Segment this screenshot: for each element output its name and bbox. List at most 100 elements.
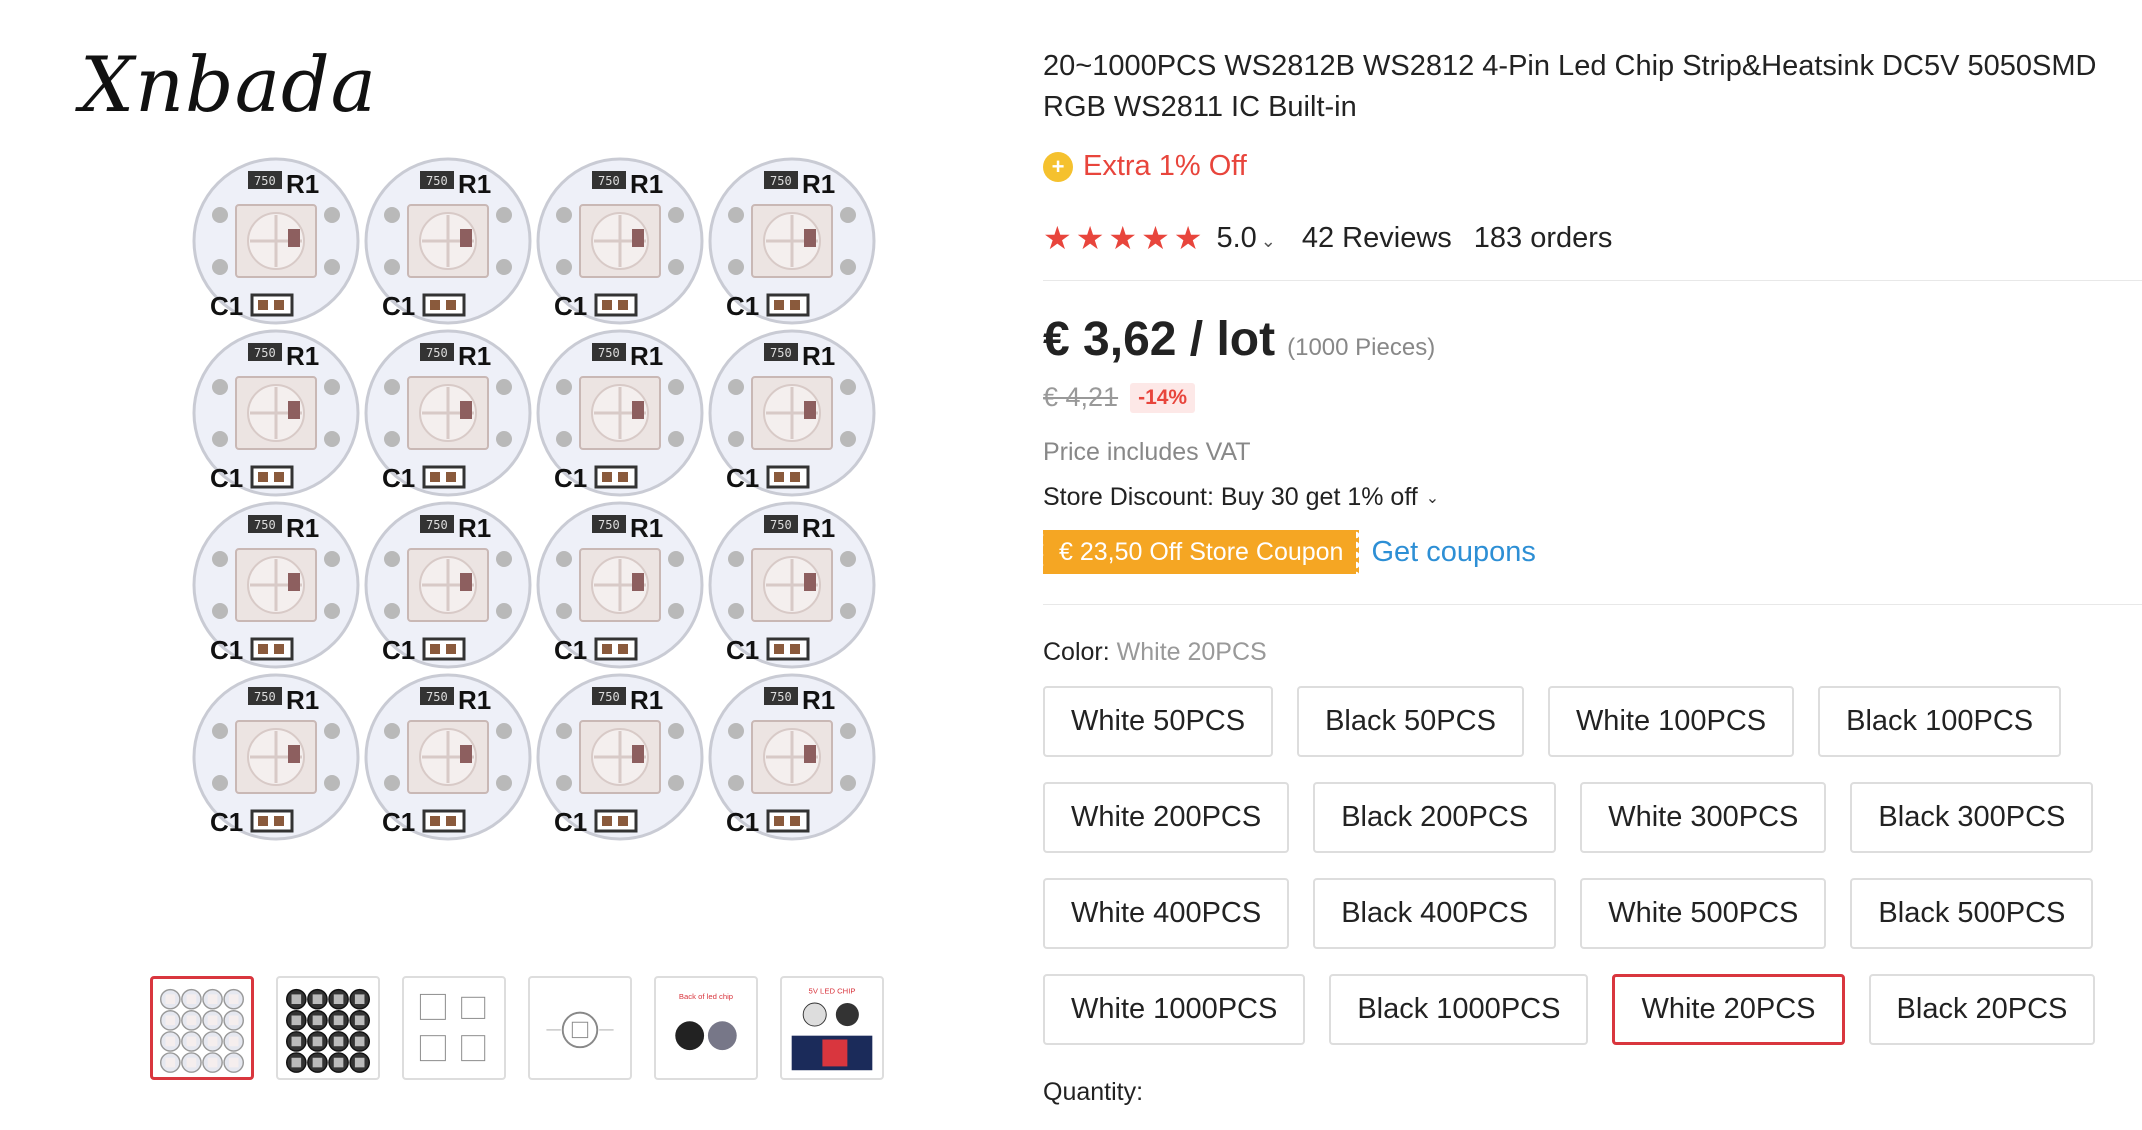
svg-text:R1: R1 (286, 685, 319, 715)
svg-text:R1: R1 (458, 685, 491, 715)
led-board: 750 R1 C1 (534, 671, 706, 843)
star-icon: ★ (1075, 220, 1105, 256)
thumb-black-boards[interactable] (276, 976, 380, 1080)
color-label: Color: White 20PCS (1043, 638, 1267, 667)
svg-text:C1: C1 (382, 635, 415, 665)
extra-off-promo: + Extra 1% Off (1043, 150, 1247, 183)
sku-option-white-400pcs[interactable]: White 400PCS (1043, 878, 1290, 949)
star-icon: ★ (1108, 220, 1138, 256)
svg-text:C1: C1 (726, 291, 759, 321)
rating-value[interactable]: 5.0 (1216, 222, 1256, 255)
get-coupons-link[interactable]: Get coupons (1371, 536, 1535, 569)
main-product-image[interactable]: Xnbada 750 R1 C1 750 R1 C1 750 R1 C1 750… (80, 40, 940, 900)
selected-color: White 20PCS (1116, 638, 1267, 666)
coupon-row: € 23,50 Off Store Coupon Get coupons (1039, 530, 1536, 574)
svg-text:R1: R1 (802, 169, 835, 199)
sku-option-black-400pcs[interactable]: Black 400PCS (1313, 878, 1557, 949)
sku-option-black-50pcs[interactable]: Black 50PCS (1297, 686, 1524, 757)
led-board-grid: 750 R1 C1 750 R1 C1 750 R1 C1 750 R1 C1 … (190, 155, 880, 845)
sku-option-white-300pcs[interactable]: White 300PCS (1580, 782, 1827, 853)
svg-text:C1: C1 (554, 635, 587, 665)
thumb-dimensions[interactable] (528, 976, 632, 1080)
svg-text:750: 750 (426, 690, 448, 704)
original-price: € 4,21 (1043, 382, 1119, 412)
svg-text:750: 750 (598, 346, 620, 360)
svg-text:R1: R1 (630, 513, 663, 543)
price-row: € 3,62 / lot (1000 Pieces) (1043, 312, 1435, 367)
svg-text:R1: R1 (802, 513, 835, 543)
svg-text:C1: C1 (210, 463, 243, 493)
thumbnail-strip: Back of led chip 5V LED CHIP (150, 976, 884, 1084)
svg-text:5V LED CHIP: 5V LED CHIP (809, 986, 856, 995)
svg-text:C1: C1 (382, 807, 415, 837)
sku-option-white-500pcs[interactable]: White 500PCS (1580, 878, 1827, 949)
sku-option-white-50pcs[interactable]: White 50PCS (1043, 686, 1274, 757)
sku-options: White 50PCS Black 50PCS White 100PCS Black … (1043, 686, 2142, 1070)
svg-text:750: 750 (426, 518, 448, 532)
chevron-down-icon[interactable]: ⌄ (1261, 231, 1276, 252)
brand-logo: Xnbada (80, 40, 377, 129)
orders-count: 183 orders (1473, 221, 1613, 254)
sku-row: White 200PCS Black 200PCS White 300PCS Blac… (1043, 782, 2142, 853)
led-board: 750 R1 C1 (534, 155, 706, 327)
sku-row: White 1000PCS Black 1000PCS White 20PCS Bla… (1043, 974, 2142, 1045)
sku-option-white-100pcs[interactable]: White 100PCS (1547, 686, 1795, 757)
reviews-count[interactable]: 42 Reviews (1302, 222, 1452, 255)
svg-text:C1: C1 (726, 635, 759, 665)
store-coupon[interactable]: € 23,50 Off Store Coupon (1039, 530, 1363, 574)
svg-text:R1: R1 (630, 169, 663, 199)
led-board: 750 R1 C1 (362, 671, 534, 843)
led-board: 750 R1 C1 (706, 155, 878, 327)
svg-text:R1: R1 (458, 513, 491, 543)
svg-text:750: 750 (770, 174, 792, 188)
sku-option-black-200pcs[interactable]: Black 200PCS (1313, 782, 1557, 853)
sku-option-white-20pcs[interactable]: White 20PCS (1612, 974, 1845, 1045)
chevron-down-icon[interactable]: ⌄ (1426, 488, 1439, 508)
svg-text:750: 750 (254, 174, 276, 188)
svg-text:C1: C1 (382, 291, 415, 321)
led-board: 750 R1 C1 (534, 499, 706, 671)
svg-text:750: 750 (598, 518, 620, 532)
original-price-row: € 4,21 -14% (1043, 382, 1196, 413)
led-board: 750 R1 C1 (362, 327, 534, 499)
led-board: 750 R1 C1 (190, 671, 362, 843)
sku-row: White 400PCS Black 400PCS White 500PCS Blac… (1043, 878, 2142, 949)
product-title: 20~1000PCS WS2812B WS2812 4-Pin Led Chip… (1043, 50, 2097, 123)
price: € 3,62 / lot (1043, 313, 1276, 366)
led-board: 750 R1 C1 (190, 155, 362, 327)
led-board: 750 R1 C1 (190, 499, 362, 671)
rating-row: ★ ★ ★ ★ ★ 5.0 ⌄ 42 Reviews 183 orders (1043, 218, 1612, 258)
svg-text:R1: R1 (802, 685, 835, 715)
thumb-back-of-chip[interactable]: Back of led chip (654, 976, 758, 1080)
thumb-5v-led-chip[interactable]: 5V LED CHIP (780, 976, 884, 1080)
sku-option-white-200pcs[interactable]: White 200PCS (1043, 782, 1290, 853)
svg-text:C1: C1 (210, 807, 243, 837)
thumb-white-boards[interactable] (150, 976, 254, 1080)
divider (1043, 604, 2142, 605)
sku-option-black-1000pcs[interactable]: Black 1000PCS (1329, 974, 1589, 1045)
svg-text:R1: R1 (286, 341, 319, 371)
store-discount[interactable]: Store Discount: Buy 30 get 1% off ⌄ (1043, 483, 1439, 512)
svg-text:750: 750 (770, 346, 792, 360)
svg-text:750: 750 (770, 690, 792, 704)
led-board: 750 R1 C1 (706, 327, 878, 499)
sku-option-black-500pcs[interactable]: Black 500PCS (1850, 878, 2094, 949)
svg-text:750: 750 (426, 174, 448, 188)
led-board: 750 R1 C1 (362, 499, 534, 671)
svg-text:R1: R1 (630, 685, 663, 715)
thumb-schematic[interactable] (402, 976, 506, 1080)
svg-text:750: 750 (770, 518, 792, 532)
store-discount-label: Store Discount: Buy 30 get 1% off (1043, 483, 1418, 511)
sku-row: White 50PCS Black 50PCS White 100PCS Black … (1043, 686, 2142, 757)
sku-option-black-20pcs[interactable]: Black 20PCS (1868, 974, 2096, 1045)
svg-text:R1: R1 (286, 513, 319, 543)
color-label-text: Color: (1043, 638, 1110, 666)
divider (1043, 280, 2142, 281)
sku-option-black-100pcs[interactable]: Black 100PCS (1818, 686, 2062, 757)
svg-text:C1: C1 (210, 635, 243, 665)
svg-text:C1: C1 (210, 291, 243, 321)
sku-option-white-1000pcs[interactable]: White 1000PCS (1043, 974, 1306, 1045)
led-board: 750 R1 C1 (706, 671, 878, 843)
sku-option-black-300pcs[interactable]: Black 300PCS (1850, 782, 2094, 853)
quantity-label: Quantity: (1043, 1078, 1144, 1106)
